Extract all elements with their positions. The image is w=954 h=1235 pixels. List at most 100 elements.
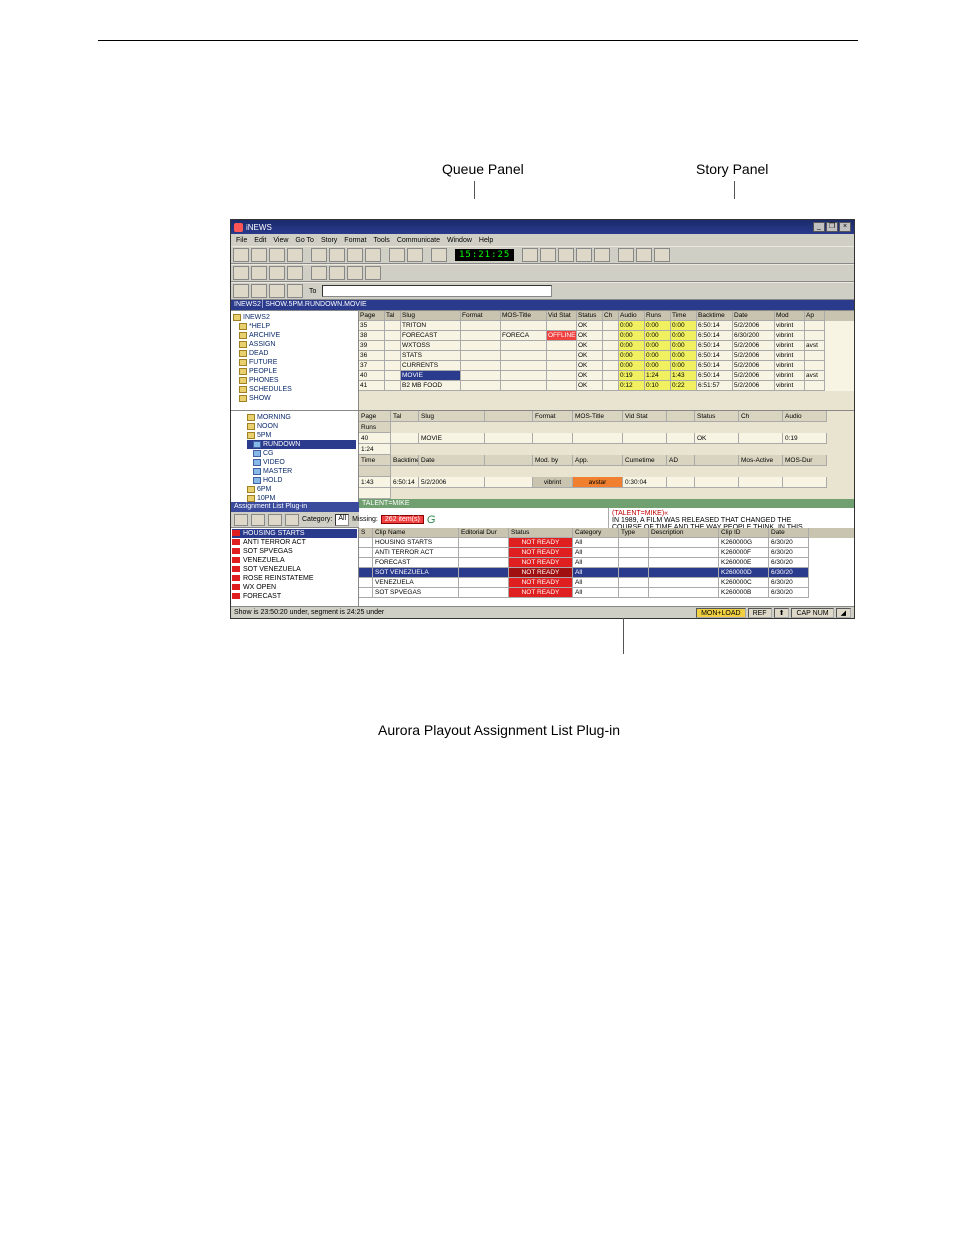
form-value[interactable] [533,433,573,444]
form-value[interactable] [739,477,783,488]
form-value[interactable] [485,433,533,444]
form-value[interactable]: OK [695,433,739,444]
queue-header-cell[interactable]: Vid Stat [547,311,577,321]
form-value[interactable]: vibrint [533,477,573,488]
form-value[interactable] [667,433,695,444]
menu-go-to[interactable]: Go To [295,237,314,244]
clip-row[interactable]: SOT SPVEGASNOT READYAllK260000B6/30/20 [359,588,854,598]
clip-list-item[interactable]: HOUSING STARTS [232,529,357,538]
toolbar-button[interactable] [287,284,303,298]
toolbar-button[interactable] [251,248,267,262]
clip-list-item[interactable]: ROSE REINSTATEME [232,574,357,583]
clip-header-cell[interactable]: Date [769,528,809,538]
form-value[interactable]: 1:24 [359,444,391,455]
plugin-button[interactable] [285,514,299,526]
menu-edit[interactable]: Edit [254,237,266,244]
menu-tools[interactable]: Tools [373,237,389,244]
menu-format[interactable]: Format [344,237,366,244]
toolbar-button[interactable] [407,248,423,262]
clip-header-cell[interactable]: S [359,528,373,538]
queue-header-cell[interactable]: Mod [775,311,805,321]
clip-row[interactable]: ANTI TERROR ACTNOT READYAllK260000F6/30/… [359,548,854,558]
menu-help[interactable]: Help [479,237,493,244]
to-field[interactable] [322,285,552,297]
clip-list-item[interactable]: SOT SPVEGAS [232,547,357,556]
toolbar-button[interactable] [347,266,363,280]
toolbar-button[interactable] [431,248,447,262]
form-value[interactable] [359,488,391,499]
clip-header-cell[interactable]: Description [649,528,719,538]
tree-item[interactable]: 10PM [233,494,356,502]
menu-window[interactable]: Window [447,237,472,244]
tree-item[interactable]: ASSIGN [233,340,356,349]
queue-header-cell[interactable]: Tal [385,311,401,321]
toolbar-button[interactable] [576,248,592,262]
clip-header-cell[interactable]: Status [509,528,573,538]
toolbar-button[interactable] [329,266,345,280]
directory-tree-lower[interactable]: MORNINGNOON5PMRUNDOWNCGVIDEOMASTERHOLD6P… [231,411,359,502]
tree-item[interactable]: DEAD [233,349,356,358]
clip-row[interactable]: FORECASTNOT READYAllK260000E6/30/20 [359,558,854,568]
tree-item[interactable]: MORNING [233,413,356,422]
toolbar-button[interactable] [287,266,303,280]
queue-row[interactable]: 40MOVIEOK0:191:241:436:50:145/2/2006vibr… [359,371,854,381]
toolbar-button[interactable] [251,284,267,298]
toolbar-button[interactable] [347,248,363,262]
queue-row[interactable]: 38FORECASTFORECAOFFLINEOK0:000:000:006:5… [359,331,854,341]
menu-file[interactable]: File [236,237,247,244]
tree-item[interactable]: RUNDOWN [247,440,356,449]
queue-header-cell[interactable]: Format [461,311,501,321]
menu-view[interactable]: View [273,237,288,244]
form-value[interactable] [695,477,739,488]
form-value[interactable] [573,433,623,444]
form-value[interactable]: 0:19 [783,433,827,444]
menu-communicate[interactable]: Communicate [397,237,440,244]
toolbar-button[interactable] [233,284,249,298]
toolbar-button[interactable] [540,248,556,262]
form-value[interactable]: MOVIE [419,433,485,444]
form-value[interactable] [783,477,827,488]
clip-row[interactable]: VENEZUELANOT READYAllK260000C6/30/20 [359,578,854,588]
minimize-button[interactable]: _ [813,222,825,232]
toolbar-button[interactable] [311,266,327,280]
form-value[interactable]: 0:30:04 [623,477,667,488]
category-select[interactable]: All [335,514,349,526]
tree-item[interactable]: 5PM [233,431,356,440]
queue-row[interactable]: 41B2 MB FOODOK0:120:100:226:51:575/2/200… [359,381,854,391]
tree-item[interactable]: NOON [233,422,356,431]
clip-header-cell[interactable]: Clip Name [373,528,459,538]
clip-list-item[interactable]: SOT VENEZUELA [232,565,357,574]
queue-header-cell[interactable]: Runs [645,311,671,321]
tree-root[interactable]: INEWS2 [243,314,270,321]
tree-item[interactable]: 6PM [233,485,356,494]
tree-item[interactable]: VIDEO [247,458,356,467]
toolbar-button[interactable] [654,248,670,262]
tree-item[interactable]: SCHEDULES [233,385,356,394]
toolbar-button[interactable] [558,248,574,262]
close-button[interactable]: × [839,222,851,232]
clip-list-item[interactable]: ANTI TERROR ACT [232,538,357,547]
toolbar-button[interactable] [365,248,381,262]
form-value[interactable] [667,477,695,488]
queue-row[interactable]: 37CURRENTSOK0:000:000:006:50:145/2/2006v… [359,361,854,371]
toolbar-button[interactable] [594,248,610,262]
toolbar-button[interactable] [329,248,345,262]
toolbar-button[interactable] [269,284,285,298]
queue-header-cell[interactable]: Backtime [697,311,733,321]
clip-row[interactable]: SOT VENEZUELANOT READYAllK260000D6/30/20 [359,568,854,578]
form-value[interactable] [739,433,783,444]
tree-item[interactable]: MASTER [247,467,356,476]
clip-header-cell[interactable]: Category [573,528,619,538]
clip-row[interactable]: HOUSING STARTSNOT READYAllK260000G6/30/2… [359,538,854,548]
tree-item[interactable]: FUTURE [233,358,356,367]
clip-list[interactable]: HOUSING STARTSANTI TERROR ACTSOT SPVEGAS… [231,528,359,606]
queue-header-cell[interactable]: Page [359,311,385,321]
toolbar-button[interactable] [269,248,285,262]
queue-header-cell[interactable]: Ap [805,311,825,321]
plugin-button[interactable] [234,514,248,526]
clip-list-item[interactable]: WX OPEN [232,583,357,592]
queue-row[interactable]: 39WXTOSSOK0:000:000:006:50:145/2/2006vib… [359,341,854,351]
tree-item[interactable]: CG [247,449,356,458]
form-value[interactable] [391,433,419,444]
form-value[interactable]: avstar [573,477,623,488]
